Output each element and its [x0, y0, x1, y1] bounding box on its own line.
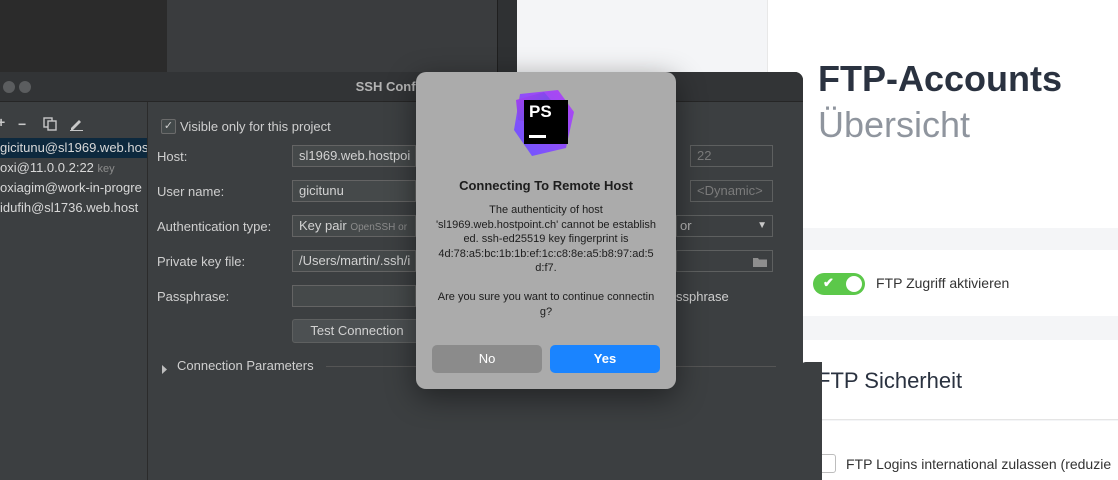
- host-input[interactable]: sl1969.web.hostpoi: [292, 145, 416, 167]
- chevron-down-icon: ▼: [757, 220, 767, 231]
- background-ide-edge: [497, 0, 518, 74]
- local-port-input[interactable]: <Dynamic>: [690, 180, 773, 202]
- copy-icon[interactable]: [43, 117, 57, 136]
- ssh-configuration-window: SSH Configura + − gicitunu@sl1969.web.ho…: [0, 72, 803, 480]
- port-input[interactable]: 22: [690, 145, 773, 167]
- page-subtitle: Übersicht: [818, 104, 971, 145]
- ftp-security-heading: FTP Sicherheit: [817, 368, 963, 393]
- host-list-item[interactable]: oxiagim@work-in-progre: [0, 178, 147, 198]
- host-note: key: [97, 163, 115, 175]
- host-label: oxiagim@work-in-progre: [0, 180, 142, 195]
- ftp-security-card: FTP Sicherheit: [802, 340, 1118, 420]
- background-ide-panel: [0, 0, 168, 74]
- host-label: idufih@sl1736.web.host: [0, 200, 139, 215]
- auth-type-value: Key pair: [299, 218, 347, 233]
- username-input[interactable]: gicitunu: [292, 180, 416, 202]
- auth-type-select[interactable]: Key pair OpenSSH or: [292, 215, 416, 237]
- auth-type-select-ext[interactable]: or ▼: [676, 215, 773, 237]
- ssh-titlebar: SSH Configura: [0, 72, 803, 102]
- test-connection-button[interactable]: Test Connection: [292, 319, 422, 343]
- section-divider: [802, 419, 1118, 420]
- background-window-fragment: [800, 362, 822, 480]
- no-button[interactable]: No: [432, 345, 542, 373]
- ftp-access-card: ✔ FTP Zugriff aktivieren: [802, 250, 1118, 316]
- phpstorm-logo-icon: PS: [514, 90, 578, 156]
- yes-button[interactable]: Yes: [550, 345, 660, 373]
- remote-host-dialog: PS Connecting To Remote Host The authent…: [416, 72, 676, 389]
- triangle-right-icon[interactable]: [161, 361, 168, 379]
- private-key-input[interactable]: /Users/martin/.ssh/i: [292, 250, 416, 272]
- host-field-label: Host:: [157, 149, 188, 164]
- auth-type-label: Authentication type:: [157, 219, 272, 234]
- ftp-access-toggle[interactable]: ✔: [813, 273, 865, 295]
- remove-button[interactable]: −: [18, 116, 26, 132]
- connection-parameters-toggle[interactable]: Connection Parameters: [177, 358, 314, 373]
- username-label: User name:: [157, 184, 225, 199]
- toggle-knob: [846, 276, 862, 292]
- page-title: FTP-Accounts: [818, 58, 1063, 99]
- host-label: gicitunu@sl1969.web.host: [0, 140, 147, 155]
- intl-login-card: FTP Logins international zulassen (reduz…: [802, 421, 1118, 480]
- logo-text: PS: [529, 102, 552, 121]
- host-list-item[interactable]: idufih@sl1736.web.host: [0, 198, 147, 218]
- host-list-item[interactable]: gicitunu@sl1969.web.host: [0, 138, 147, 158]
- background-ide-window: [0, 0, 518, 74]
- auth-type-hint: OpenSSH or: [350, 222, 408, 233]
- dialog-title: Connecting To Remote Host: [459, 178, 633, 193]
- auth-type-suffix: or: [680, 218, 692, 233]
- private-key-label: Private key file:: [157, 254, 246, 269]
- save-passphrase-label: ssphrase: [676, 289, 729, 304]
- pencil-icon[interactable]: [69, 117, 84, 136]
- ssh-host-list-panel: + − gicitunu@sl1969.web.host oxi@11.0.0.…: [0, 102, 148, 480]
- folder-icon[interactable]: [753, 254, 767, 274]
- background-ide-editor: [167, 0, 497, 74]
- host-list-item[interactable]: oxi@11.0.0.2:22 key: [0, 158, 147, 178]
- ssh-window-title: SSH Configura: [355, 79, 448, 94]
- dialog-message: The authenticity of host 'sl1969.web.hos…: [435, 204, 657, 318]
- checkmark-icon: ✔: [823, 275, 834, 290]
- visible-only-label: Visible only for this project: [180, 119, 331, 134]
- plus-icon[interactable]: +: [0, 114, 5, 130]
- visible-only-checkbox[interactable]: ✓: [161, 119, 176, 134]
- passphrase-label: Passphrase:: [157, 289, 230, 304]
- intl-login-label: FTP Logins international zulassen (reduz…: [846, 456, 1112, 472]
- ftp-access-label: FTP Zugriff aktivieren: [876, 275, 1010, 291]
- passphrase-input[interactable]: [292, 285, 416, 307]
- private-key-input-ext[interactable]: [676, 250, 773, 272]
- host-label: oxi@11.0.0.2:22: [0, 160, 94, 175]
